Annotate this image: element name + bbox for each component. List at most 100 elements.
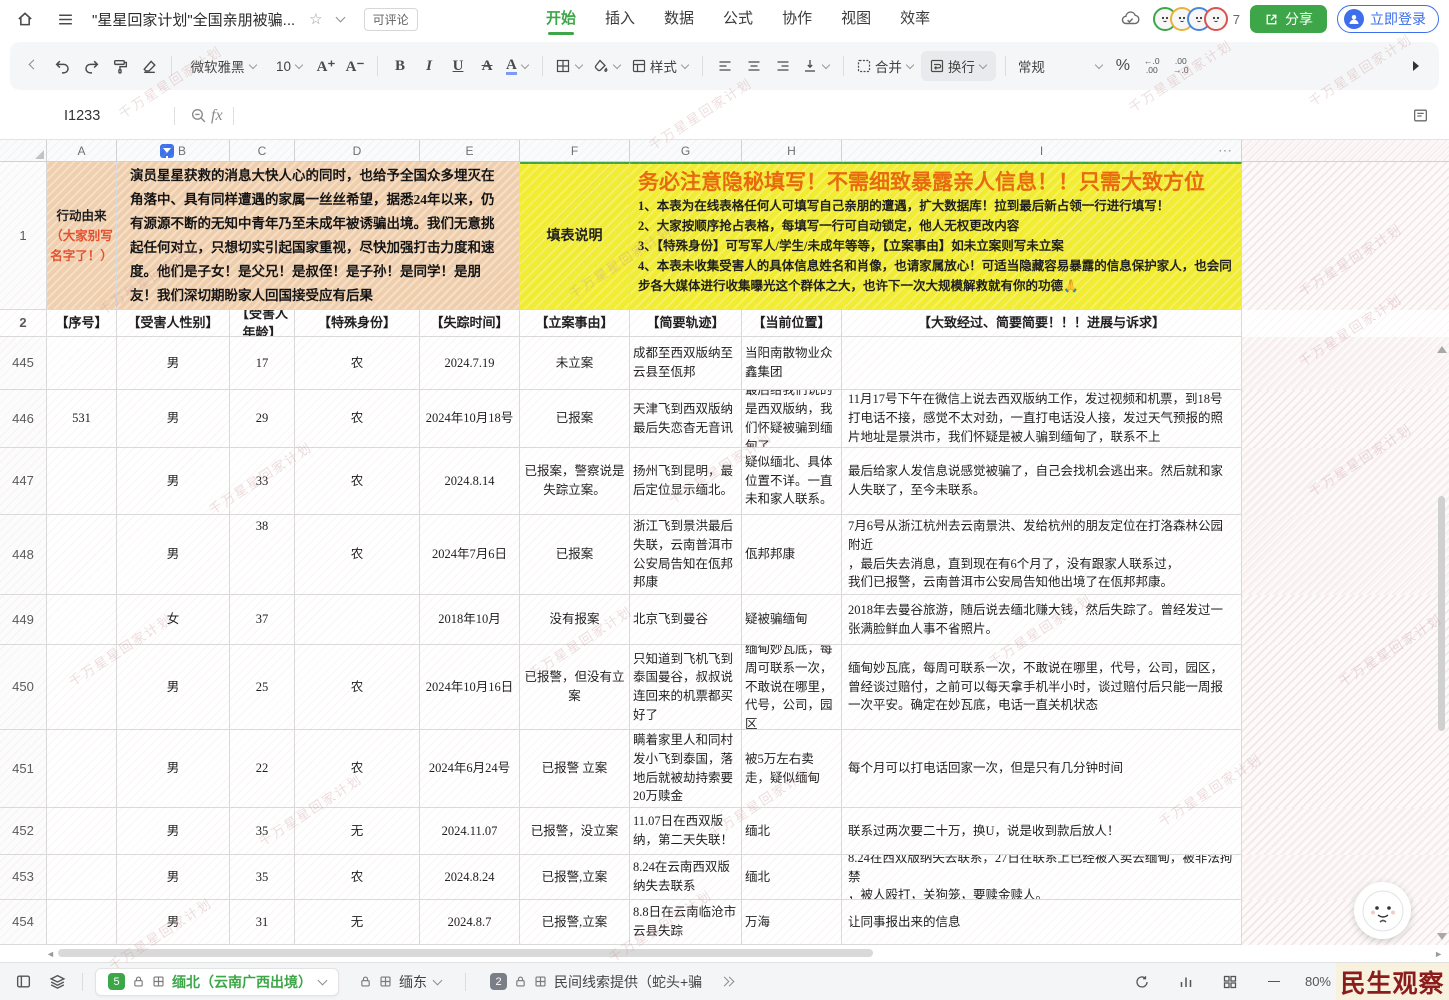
cell-details[interactable]: 最后给家人发信息说感觉被骗了，自己会找机会逃出来。然后就和家人失联了，至今未联系…	[842, 448, 1242, 515]
assistant-mascot[interactable]	[1354, 882, 1411, 939]
cell-location[interactable]: 当阳南散物业众鑫集团	[742, 337, 842, 390]
row-number[interactable]: 2	[0, 310, 47, 337]
cell-age[interactable]: 22	[230, 730, 295, 808]
row-number[interactable]: 448	[0, 515, 47, 595]
cell-details[interactable]: 2018年去曼谷旅游，随后说去缅北赚大钱，然后失踪了。曾经发过一张满脸鲜血人事不…	[842, 595, 1242, 645]
cell-gender[interactable]: 女	[117, 595, 230, 645]
underline-button[interactable]: U	[445, 51, 471, 81]
cell-location[interactable]: 缅北	[742, 855, 842, 900]
formula-bar-expand-icon[interactable]	[1407, 103, 1433, 129]
decrease-font-size-button[interactable]: A⁻	[342, 51, 368, 81]
align-center-button[interactable]	[741, 51, 767, 81]
cell-details[interactable]: 11月17号下午在微信上说去西双版纳工作，发过视频和机票，到18号打电话不接，感…	[842, 390, 1242, 448]
cell-location[interactable]: 佤邦邦康	[742, 515, 842, 595]
cell-case-status[interactable]: 已报警，但没有立案	[520, 645, 630, 730]
tab-view[interactable]: 视图	[841, 0, 871, 38]
cell-route[interactable]: 成都至西双版纳至云县至佤邦	[630, 337, 742, 390]
align-left-button[interactable]	[712, 51, 738, 81]
row-number[interactable]: 447	[0, 448, 47, 515]
row-number[interactable]: 445	[0, 337, 47, 390]
cell-seq[interactable]	[47, 595, 117, 645]
fill-color-button[interactable]	[590, 51, 625, 81]
header-details[interactable]: 【大致经过、简要简要！！！进展与诉求】	[842, 310, 1242, 337]
cell-missing-date[interactable]: 2024年10月18号	[420, 390, 520, 448]
cell-route[interactable]: 8.24在云南西双版纳失去联系	[630, 855, 742, 900]
vertical-scrollbar[interactable]	[1437, 346, 1447, 946]
scroll-down-arrow[interactable]	[1437, 933, 1447, 940]
cell-missing-date[interactable]: 2024.11.07	[420, 808, 520, 855]
collapse-toolbar-icon[interactable]	[20, 51, 46, 81]
scroll-right-arrow[interactable]: ►	[1434, 949, 1443, 959]
cell-details[interactable]	[842, 337, 1242, 390]
filter-icon[interactable]	[160, 144, 174, 158]
percent-format-button[interactable]: %	[1110, 51, 1136, 81]
cell-identity[interactable]: 农	[295, 448, 420, 515]
cell-seq[interactable]	[47, 645, 117, 730]
undo-button[interactable]	[49, 51, 75, 81]
row-number[interactable]: 449	[0, 595, 47, 645]
merge-cells-button[interactable]: 合并	[853, 51, 918, 81]
redo-button[interactable]	[78, 51, 104, 81]
tab-insert[interactable]: 插入	[605, 0, 635, 38]
cell-seq[interactable]	[47, 808, 117, 855]
increase-decimal-button[interactable]: ←.0 .00	[1139, 51, 1165, 81]
align-right-button[interactable]	[770, 51, 796, 81]
column-header-d[interactable]: D	[295, 140, 420, 162]
chart-stats-icon[interactable]	[1173, 969, 1199, 995]
cell-age[interactable]: 17	[230, 337, 295, 390]
cloud-sync-icon[interactable]	[1117, 6, 1143, 32]
cell-origin-body[interactable]: 演员星星获救的消息大快人心的同时，也给予全国众多埋灭在角落中、具有同样遭遇的家属…	[117, 162, 520, 310]
cell-location[interactable]: 疑被骗缅甸	[742, 595, 842, 645]
title-chevron-down-icon[interactable]	[335, 13, 345, 23]
column-header-e[interactable]: E	[420, 140, 520, 162]
cell-missing-date[interactable]: 2024.7.19	[420, 337, 520, 390]
cell-gender[interactable]: 男	[117, 515, 230, 595]
cell-route[interactable]: 天津飞到西双版纳最后失恋杳无音讯	[630, 390, 742, 448]
borders-button[interactable]	[552, 51, 587, 81]
row-number[interactable]: 446	[0, 390, 47, 448]
header-seq[interactable]: 【序号】	[47, 310, 117, 337]
cell-missing-date[interactable]: 2024.8.7	[420, 900, 520, 945]
cell-reference-box[interactable]: I1233	[64, 108, 164, 124]
tab-chevron-down-icon[interactable]	[433, 975, 443, 985]
tab-chevron-down-icon[interactable]	[318, 975, 328, 985]
tab-home[interactable]: 开始	[546, 0, 576, 38]
row-number[interactable]: 450	[0, 645, 47, 730]
header-case-status[interactable]: 【立案事由】	[520, 310, 630, 337]
more-sheets-icon[interactable]	[722, 978, 732, 985]
cell-missing-date[interactable]: 2018年10月	[420, 595, 520, 645]
increase-font-size-button[interactable]: A⁺	[313, 51, 339, 81]
cell-missing-date[interactable]: 2024.8.24	[420, 855, 520, 900]
strikethrough-button[interactable]: A	[474, 51, 500, 81]
cell-seq[interactable]	[47, 515, 117, 595]
sheet-tab-mianbei[interactable]: 5 缅北（云南广西出境）	[95, 968, 339, 996]
cell-gender[interactable]: 男	[117, 808, 230, 855]
cell-gender[interactable]: 男	[117, 730, 230, 808]
cell-gender[interactable]: 男	[117, 337, 230, 390]
column-header-c[interactable]: C	[230, 140, 295, 162]
cell-route[interactable]: 11.07日在西双版纳，第二天失联！	[630, 808, 742, 855]
cell-seq[interactable]	[47, 730, 117, 808]
font-family-select[interactable]: 微软雅黑	[181, 51, 267, 81]
cell-identity[interactable]: 农	[295, 730, 420, 808]
cell-missing-date[interactable]: 2024年7月6日	[420, 515, 520, 595]
collaborator-avatars[interactable]: 7	[1153, 7, 1240, 31]
wrap-text-button[interactable]: 换行	[921, 51, 996, 81]
cell-case-status[interactable]: 已报案	[520, 515, 630, 595]
cell-seq[interactable]	[47, 900, 117, 945]
row-number[interactable]: 454	[0, 900, 47, 945]
cell-route[interactable]: 8.8日在云南临沧市云县失踪	[630, 900, 742, 945]
row-number[interactable]: 452	[0, 808, 47, 855]
cell-case-status[interactable]: 已报警 立案	[520, 730, 630, 808]
cell-gender[interactable]: 男	[117, 645, 230, 730]
cell-missing-date[interactable]: 2024.8.14	[420, 448, 520, 515]
decrease-decimal-button[interactable]: .00 →.0	[1168, 51, 1194, 81]
cell-seq[interactable]	[47, 448, 117, 515]
tab-collaborate[interactable]: 协作	[782, 0, 812, 38]
cell-location[interactable]: 被5万左右卖走，疑似缅甸	[742, 730, 842, 808]
header-location[interactable]: 【当前位置】	[742, 310, 842, 337]
row-number[interactable]: 453	[0, 855, 47, 900]
cell-location[interactable]: 最后给我们说的是西双版纳，我们怀疑被骗到缅甸了	[742, 390, 842, 448]
cell-missing-date[interactable]: 2024年6月24号	[420, 730, 520, 808]
column-header-i[interactable]: I ⋯	[842, 140, 1242, 162]
